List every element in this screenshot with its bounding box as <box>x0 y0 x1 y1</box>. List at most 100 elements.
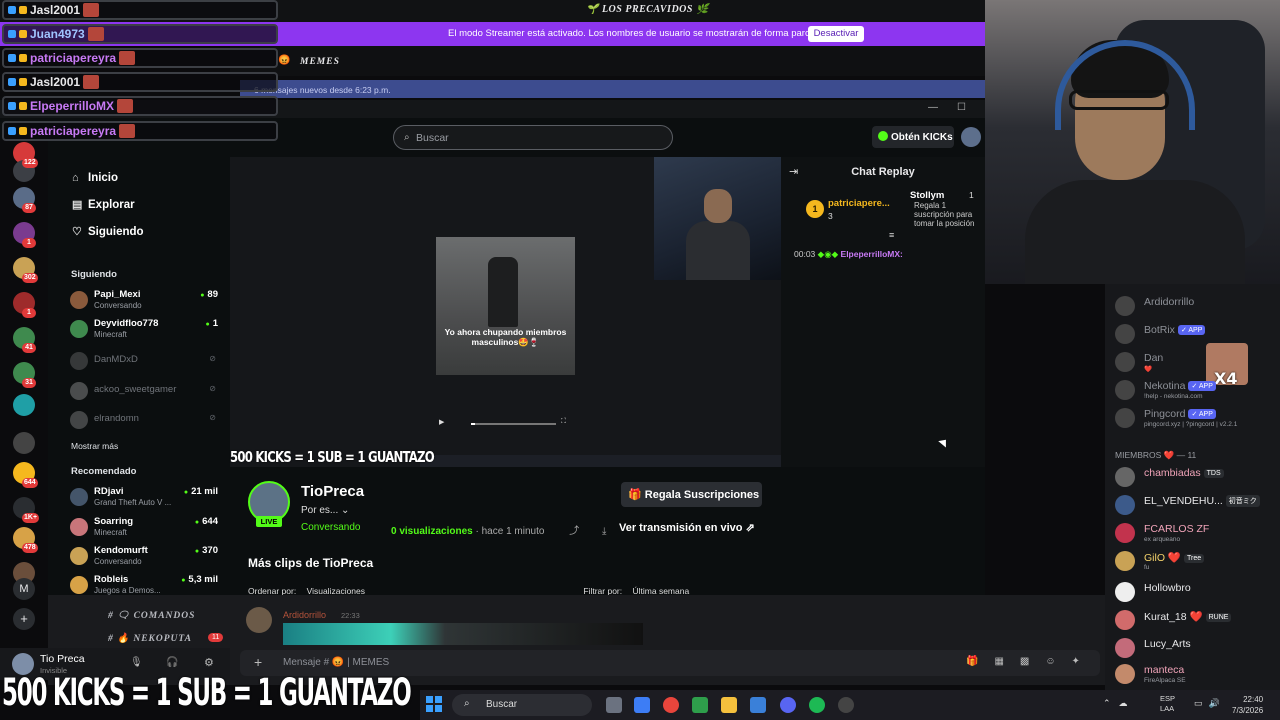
recommended-channel[interactable]: RobleisJuegos a Demos... 5,3 mil <box>70 574 220 598</box>
member-item[interactable]: Ardidorrillo <box>1115 294 1280 318</box>
add-server-icon[interactable]: + <box>13 608 35 630</box>
clip-author[interactable]: Por es... ⌄ <box>301 505 349 516</box>
replay-message: 00:03 ◆◉◆ ElpeperrilloMX: <box>794 249 903 260</box>
download-icon[interactable]: ⤓ <box>602 526 606 537</box>
member-item[interactable]: Lucy_Arts <box>1115 636 1280 660</box>
nav-item-siguiendo[interactable]: ♡ Siguiendo <box>72 225 144 238</box>
message-author[interactable]: Ardidorrillo <box>283 610 326 620</box>
chat-overlay-name: Jasl2001 <box>30 75 81 89</box>
xbox-icon[interactable] <box>692 697 708 713</box>
chrome-icon[interactable] <box>663 697 679 713</box>
followed-channel[interactable]: ackoo_sweetgamer ⊘ <box>70 380 220 400</box>
stream-category[interactable]: Conversando <box>301 522 360 533</box>
followed-channel[interactable]: elrandomn ⊘ <box>70 409 220 429</box>
badge-icon: ◆◉◆ <box>817 249 839 259</box>
channel-name: elrandomn <box>94 413 139 424</box>
followed-channel[interactable]: DanMDxD ⊘ <box>70 350 220 370</box>
server-icon[interactable] <box>13 432 35 454</box>
pinned-gifter: 1 patriciapere... 3 Stollym Regala 1 sus… <box>800 190 980 228</box>
member-item[interactable]: BotRix ✓ APP <box>1115 322 1280 346</box>
get-kicks-button[interactable]: Obtén KICKs <box>872 126 954 148</box>
mic-icon[interactable]: 🎙 <box>130 657 143 668</box>
member-item[interactable]: EL_VENDEHU... 初音ミク <box>1115 493 1280 517</box>
video-progress[interactable]: ▶ ⛶ <box>437 418 573 428</box>
filter-icon[interactable]: ≡ <box>889 230 894 240</box>
channel-name: MEMES <box>300 57 340 67</box>
app-tag: ✓ APP <box>1188 381 1216 391</box>
member-name-text: Hollowbro <box>1144 582 1191 594</box>
windows-start-icon[interactable] <box>426 696 442 712</box>
recommended-channel[interactable]: SoarringMinecraft 644 <box>70 516 220 540</box>
channel-category: Juegos a Demos... <box>94 586 161 595</box>
taskbar-search-label: Buscar <box>486 699 518 710</box>
followed-channel[interactable]: Deyvidfloo778Minecraft 1 <box>70 318 220 342</box>
show-more-link[interactable]: Mostrar más <box>71 441 118 451</box>
member-avatar <box>1115 324 1135 344</box>
windows-taskbar: ⌕ Buscar ⌃☁ ESP LAA ▭🔊 22:40 7/3/2026 <box>420 690 1280 720</box>
kicks-coin-icon <box>878 131 888 141</box>
recommended-channel[interactable]: KendomurftConversando 370 <box>70 545 220 569</box>
progress-fill <box>471 423 475 425</box>
kick-user-avatar[interactable] <box>961 127 981 147</box>
member-item[interactable]: Nekotina ✓ APP !help - nekotina.com <box>1115 378 1280 402</box>
member-item[interactable]: manteca FireAlpaca SE <box>1115 662 1280 686</box>
clip-stats: 0 visualizaciones · hace 1 minuto ⤴ ⤓ <box>391 522 606 537</box>
member-item[interactable]: Kurat_18 ❤️ RUNE <box>1115 608 1280 632</box>
spotify-icon[interactable] <box>809 697 825 713</box>
disable-streamer-mode-button[interactable]: Desactivar <box>808 26 864 42</box>
gear-icon[interactable]: ⚙ <box>204 656 214 669</box>
member-item[interactable]: Hollowbro <box>1115 580 1280 604</box>
nav-item-explorar[interactable]: ▤ Explorar <box>72 198 135 211</box>
kick-search-input[interactable]: ⌕ Buscar <box>393 125 673 150</box>
add-attachment-icon[interactable]: + <box>254 654 262 670</box>
server-mention-badge: 478 <box>22 543 38 553</box>
video-overlay-text: 500 KICKS = 1 SUB = 1 GUANTAZO <box>230 448 435 466</box>
input-language[interactable]: ESP LAA <box>1160 694 1175 714</box>
new-messages-bar[interactable]: 6 mensajes nuevos desde 6:23 p.m. <box>240 80 985 98</box>
discord-icon[interactable] <box>780 697 796 713</box>
member-item[interactable]: Dan ❤️ <box>1115 350 1280 374</box>
member-name: manteca <box>1144 664 1184 676</box>
replay-message-author: ElpeperrilloMX: <box>840 249 903 259</box>
member-item[interactable]: chambiadas TDS <box>1115 465 1280 489</box>
minimize-icon[interactable]: — <box>928 102 938 113</box>
play-icon[interactable]: ▶ <box>439 418 444 426</box>
member-name: Pingcord ✓ APP <box>1144 408 1216 420</box>
copilot-icon[interactable] <box>634 697 650 713</box>
followed-channel[interactable]: Papi_MexiConversando 89 <box>70 289 220 313</box>
member-item[interactable]: FCARLOS ZF ex arqueano <box>1115 521 1280 545</box>
message-avatar[interactable] <box>246 607 272 633</box>
chat-overlay-entry: ElpeperrilloMX <box>2 96 278 116</box>
composer-tools-icons[interactable]: 🎁▦▩☺✦ <box>966 656 1096 667</box>
share-icon[interactable]: ⤴ <box>569 526 579 537</box>
headset-icon[interactable]: 🎧 <box>166 657 178 668</box>
gift-subs-button[interactable]: 🎁 Regala Suscripciones <box>621 482 762 507</box>
member-avatar <box>1115 664 1135 684</box>
system-tray-icons[interactable]: ⌃☁ <box>1103 698 1136 709</box>
network-volume-icons[interactable]: ▭🔊 <box>1194 698 1226 709</box>
server-m-icon[interactable]: M <box>13 578 35 600</box>
maximize-icon[interactable]: ☐ <box>957 102 966 113</box>
viewer-count: 5,3 mil <box>181 574 218 585</box>
server-mention-badge: 87 <box>22 203 36 213</box>
member-name: BotRix ✓ APP <box>1144 324 1206 336</box>
streamer-name[interactable]: TioPreca <box>301 483 364 500</box>
obs-icon[interactable] <box>838 697 854 713</box>
channel-item-nekoputa[interactable]: # 🔥 NEKOPUTA <box>108 633 192 644</box>
taskview-icon[interactable] <box>606 697 622 713</box>
member-item[interactable]: Pingcord ✓ APP pingcord.xyz | ?pingcord | … <box>1115 406 1280 430</box>
message-image[interactable] <box>283 623 643 645</box>
recommended-channel[interactable]: RDjaviGrand Theft Auto V ... 21 mil <box>70 486 220 510</box>
server-icon[interactable] <box>13 394 35 416</box>
member-item[interactable]: GilO ❤️ Tree fu <box>1115 549 1280 573</box>
explorer-icon[interactable] <box>721 697 737 713</box>
taskbar-search[interactable]: ⌕ Buscar <box>452 694 592 716</box>
taskbar-clock[interactable]: 22:40 7/3/2026 <box>1232 694 1263 716</box>
badge-icon <box>8 30 16 38</box>
member-avatar <box>1115 467 1135 487</box>
store-icon[interactable] <box>750 697 766 713</box>
fullscreen-icon[interactable]: ⛶ <box>561 418 566 426</box>
channel-item-comandos[interactable]: # 🗨 COMANDOS <box>108 610 195 621</box>
watch-live-button[interactable]: Ver transmisión en vivo ⇗ <box>611 515 762 540</box>
nav-item-inicio[interactable]: ⌂ Inicio <box>72 172 118 184</box>
